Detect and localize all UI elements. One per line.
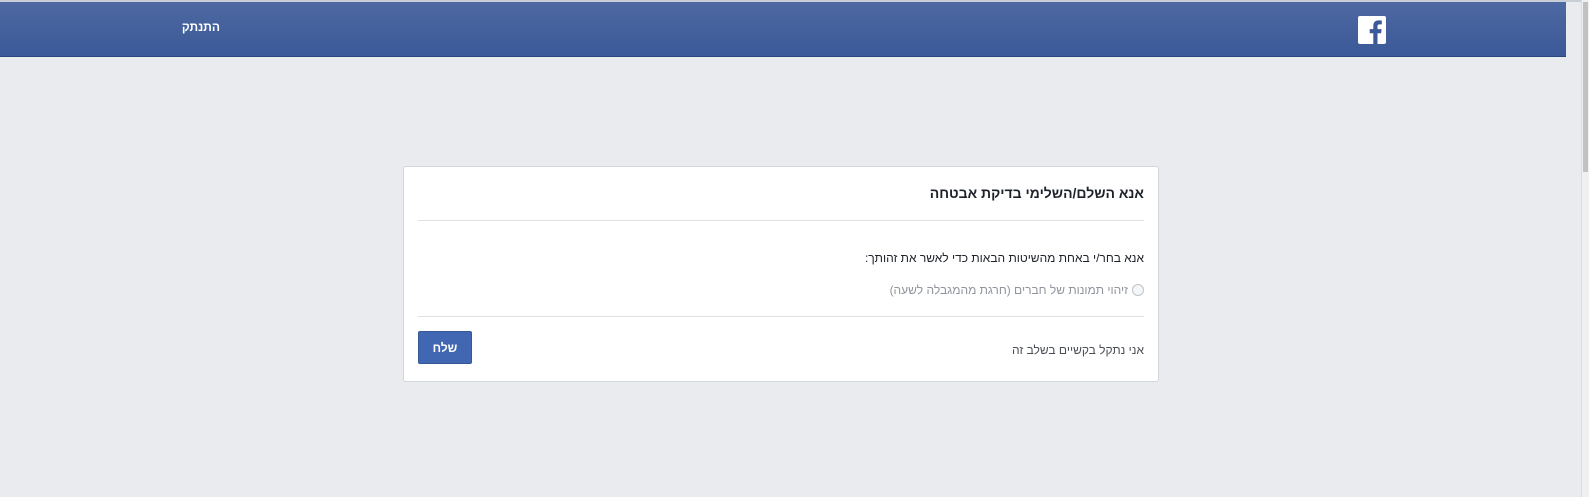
scrollbar-thumb[interactable] (1583, 2, 1588, 172)
vertical-scrollbar[interactable] (1581, 0, 1589, 497)
submit-button[interactable]: שלח (418, 331, 472, 364)
logout-link[interactable]: התנתק (150, 20, 220, 34)
page: התנתק אנא השלם/השלימי בדיקת אבטחה אנא בח… (0, 0, 1589, 497)
facebook-logo-icon[interactable] (1358, 16, 1386, 44)
verification-option-friend-photos[interactable]: זיהוי תמונות של חברים (חרגת מהמגבלה לשעה… (890, 283, 1144, 297)
security-check-card: אנא השלם/השלימי בדיקת אבטחה אנא בחר/י בא… (403, 166, 1159, 382)
divider (418, 220, 1144, 221)
top-header-bar: התנתק (0, 2, 1566, 57)
instruction-text: אנא בחר/י באחת מהשיטות הבאות כדי לאשר את… (864, 251, 1144, 265)
option-radio[interactable] (1132, 284, 1144, 296)
having-trouble-link[interactable]: אני נתקל בקשיים בשלב זה (1012, 343, 1144, 357)
option-label: זיהוי תמונות של חברים (חרגת מהמגבלה לשעה… (889, 283, 1128, 297)
card-title: אנא השלם/השלימי בדיקת אבטחה (929, 185, 1144, 201)
divider (418, 316, 1144, 317)
